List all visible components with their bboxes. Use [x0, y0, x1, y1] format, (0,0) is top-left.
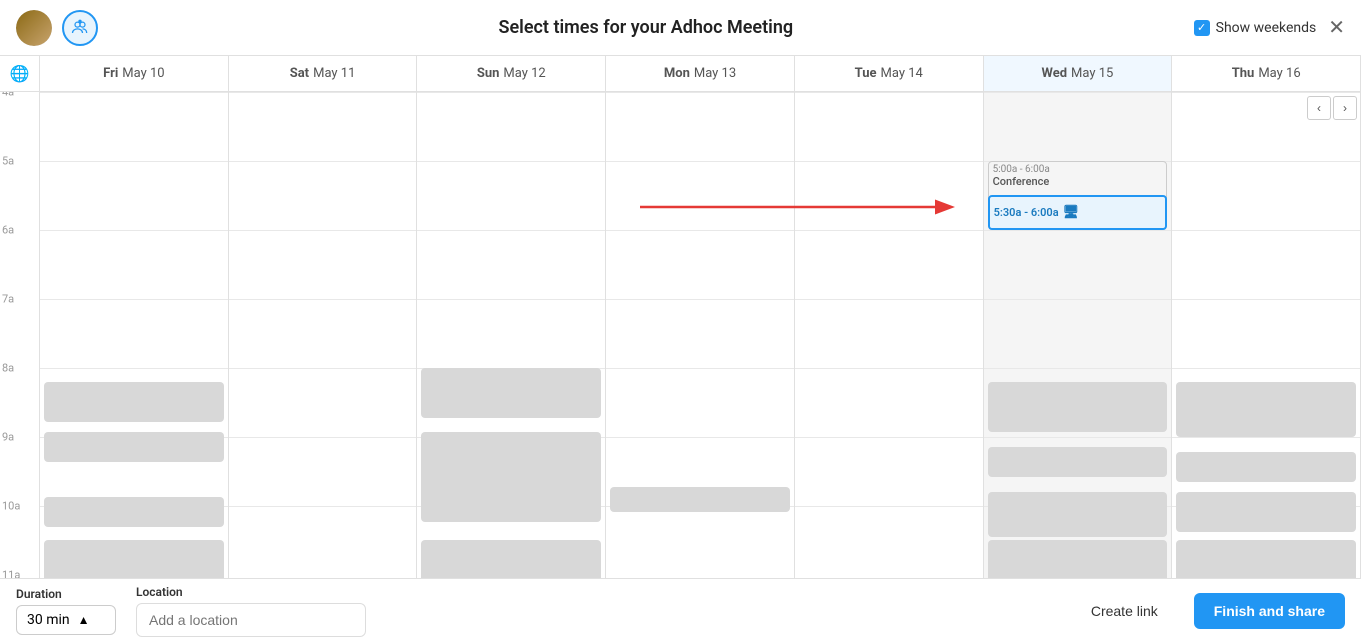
day-header-sat: Sat May 11 [229, 56, 418, 91]
page-title: Select times for your Adhoc Meeting [98, 17, 1194, 38]
event-fri-2 [44, 432, 224, 462]
globe-icon: 🌐 [10, 64, 30, 83]
event-fri-3 [44, 497, 224, 527]
show-weekends-toggle[interactable]: ✓ Show weekends [1194, 20, 1317, 36]
header: Select times for your Adhoc Meeting ✓ Sh… [0, 0, 1361, 56]
event-wed-4 [988, 540, 1168, 578]
event-tue-1 [610, 487, 790, 512]
day-headers: 🌐 Fri May 10 Sat May 11 Sun May 12 Mon M… [0, 56, 1361, 92]
event-thu-2 [1176, 452, 1356, 482]
time-11a: 11a [2, 569, 20, 579]
group-avatar [62, 10, 98, 46]
header-left [16, 10, 98, 46]
day-col-wed[interactable]: 5:00a - 6:00a Conference 5:30a - 6:00a 🖥 [984, 92, 1173, 578]
day-header-wed: Wed May 15 [984, 56, 1173, 91]
event-fri-1 [44, 382, 224, 422]
selected-event-time: 5:30a - 6:00a [994, 206, 1059, 219]
selected-event-icon: 🖥 [1063, 205, 1080, 220]
avatar [16, 10, 52, 46]
duration-label: Duration [16, 587, 116, 601]
time-6a: 6a [2, 224, 14, 237]
day-header-sun: Sun May 12 [417, 56, 606, 91]
day-col-mon[interactable] [606, 92, 795, 578]
location-section: Location [136, 585, 366, 637]
calendar-grid: 4a 5a 6a 7a 8a 9a 10a 11a ‹ › [0, 92, 1361, 578]
day-col-sat[interactable] [229, 92, 418, 578]
day-col-sun[interactable] [417, 92, 606, 578]
event-wed-1 [988, 382, 1168, 432]
time-7a: 7a [2, 293, 14, 306]
event-thu-3 [1176, 492, 1356, 532]
event-wed-3 [988, 492, 1168, 537]
close-button[interactable]: ✕ [1328, 18, 1345, 38]
time-8a: 8a [2, 362, 14, 375]
day-header-tue: Tue May 14 [795, 56, 984, 91]
day-col-tue[interactable] [795, 92, 984, 578]
time-5a: 5a [2, 155, 14, 168]
show-weekends-label: Show weekends [1216, 20, 1317, 36]
duration-section: Duration 30 min ▲ [16, 587, 116, 635]
event-fri-4 [44, 540, 224, 578]
show-weekends-checkbox[interactable]: ✓ [1194, 20, 1210, 36]
day-header-fri: Fri May 10 [40, 56, 229, 91]
duration-value: 30 min [27, 612, 70, 628]
event-thu-4 [1176, 540, 1356, 578]
day-col-fri[interactable] [40, 92, 229, 578]
days-area[interactable]: ‹ › [40, 92, 1361, 578]
location-input[interactable] [136, 603, 366, 637]
event-sun-1 [421, 368, 601, 418]
location-label: Location [136, 585, 366, 599]
conference-label: Conference [993, 175, 1163, 188]
create-link-button[interactable]: Create link [1075, 595, 1174, 627]
time-gutter: 4a 5a 6a 7a 8a 9a 10a 11a [0, 92, 40, 578]
event-sun-3 [421, 540, 601, 578]
duration-select[interactable]: 30 min ▲ [16, 605, 116, 635]
time-gutter-header: 🌐 [0, 56, 40, 91]
day-header-mon: Mon May 13 [606, 56, 795, 91]
day-header-thu: Thu May 16 [1172, 56, 1361, 91]
finish-and-share-button[interactable]: Finish and share [1194, 593, 1345, 629]
time-4a: 4a [2, 92, 14, 99]
footer: Duration 30 min ▲ Location Create link F… [0, 578, 1361, 642]
conference-time: 5:00a - 6:00a [993, 164, 1163, 175]
event-thu-1 [1176, 382, 1356, 437]
time-10a: 10a [2, 500, 20, 513]
event-wed-selected[interactable]: 5:30a - 6:00a 🖥 [988, 195, 1168, 230]
event-sun-2 [421, 432, 601, 522]
event-wed-2 [988, 447, 1168, 477]
chevron-up-icon: ▲ [78, 613, 90, 627]
user-avatar [16, 10, 52, 46]
header-right: ✓ Show weekends ✕ [1194, 18, 1345, 38]
time-9a: 9a [2, 431, 14, 444]
day-col-thu[interactable] [1172, 92, 1361, 578]
calendar-container: 🌐 Fri May 10 Sat May 11 Sun May 12 Mon M… [0, 56, 1361, 578]
